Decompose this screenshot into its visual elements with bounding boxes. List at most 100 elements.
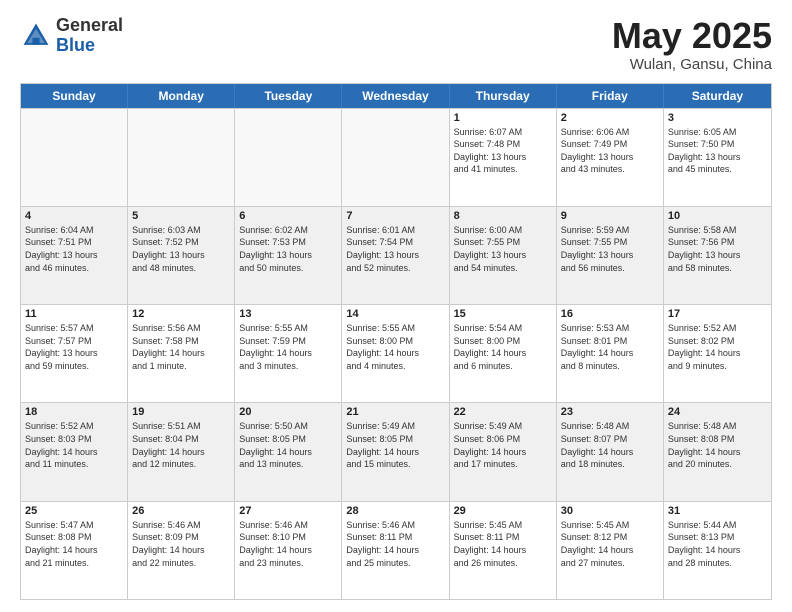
- logo-icon: [20, 20, 52, 52]
- cell-info: Sunrise: 5:46 AM Sunset: 8:10 PM Dayligh…: [239, 519, 337, 569]
- calendar-cell: [21, 109, 128, 206]
- day-number: 25: [25, 505, 123, 517]
- calendar-cell: 1 Sunrise: 6:07 AM Sunset: 7:48 PM Daylig…: [450, 109, 557, 206]
- day-number: 19: [132, 406, 230, 418]
- calendar-row: 4Sunrise: 6:04 AM Sunset: 7:51 PM Daylig…: [21, 206, 771, 304]
- cell-info: Sunrise: 5:46 AM Sunset: 8:09 PM Dayligh…: [132, 519, 230, 569]
- calendar-cell: 31Sunrise: 5:44 AM Sunset: 8:13 PM Dayli…: [664, 502, 771, 599]
- cell-info: Sunrise: 6:04 AM Sunset: 7:51 PM Dayligh…: [25, 224, 123, 274]
- cell-info: Sunrise: 5:57 AM Sunset: 7:57 PM Dayligh…: [25, 322, 123, 372]
- cell-info: Sunrise: 5:54 AM Sunset: 8:00 PM Dayligh…: [454, 322, 552, 372]
- calendar-cell: 27Sunrise: 5:46 AM Sunset: 8:10 PM Dayli…: [235, 502, 342, 599]
- weekday-header: Thursday: [450, 84, 557, 108]
- calendar-cell: 6 Sunrise: 6:02 AM Sunset: 7:53 PM Daylig…: [235, 207, 342, 304]
- calendar-cell: 13Sunrise: 5:55 AM Sunset: 7:59 PM Dayli…: [235, 305, 342, 402]
- cell-info: Sunrise: 5:52 AM Sunset: 8:03 PM Dayligh…: [25, 420, 123, 470]
- calendar-cell: [235, 109, 342, 206]
- cell-info: Sunrise: 5:52 AM Sunset: 8:02 PM Dayligh…: [668, 322, 767, 372]
- weekday-header: Monday: [128, 84, 235, 108]
- day-number: 31: [668, 505, 767, 517]
- cell-info: Sunrise: 5:55 AM Sunset: 7:59 PM Dayligh…: [239, 322, 337, 372]
- weekday-header: Wednesday: [342, 84, 449, 108]
- calendar-cell: 25Sunrise: 5:47 AM Sunset: 8:08 PM Dayli…: [21, 502, 128, 599]
- cell-info: Sunrise: 5:55 AM Sunset: 8:00 PM Dayligh…: [346, 322, 444, 372]
- calendar-cell: 7 Sunrise: 6:01 AM Sunset: 7:54 PM Daylig…: [342, 207, 449, 304]
- calendar-page: General Blue May 2025 Wulan, Gansu, Chin…: [0, 0, 792, 612]
- calendar-cell: 8 Sunrise: 6:00 AM Sunset: 7:55 PM Daylig…: [450, 207, 557, 304]
- weekday-header: Friday: [557, 84, 664, 108]
- day-number: 23: [561, 406, 659, 418]
- cell-info: Sunrise: 5:56 AM Sunset: 7:58 PM Dayligh…: [132, 322, 230, 372]
- day-number: 6: [239, 210, 337, 222]
- day-number: 30: [561, 505, 659, 517]
- cell-info: Sunrise: 6:02 AM Sunset: 7:53 PM Dayligh…: [239, 224, 337, 274]
- day-number: 20: [239, 406, 337, 418]
- day-number: 15: [454, 308, 552, 320]
- calendar-cell: 3Sunrise: 6:05 AM Sunset: 7:50 PM Daylig…: [664, 109, 771, 206]
- logo-general: General: [56, 15, 123, 35]
- calendar-row: 11 Sunrise: 5:57 AM Sunset: 7:57 PM Dayli…: [21, 304, 771, 402]
- cell-info: Sunrise: 5:49 AM Sunset: 8:05 PM Dayligh…: [346, 420, 444, 470]
- day-number: 22: [454, 406, 552, 418]
- calendar-cell: 18Sunrise: 5:52 AM Sunset: 8:03 PM Dayli…: [21, 403, 128, 500]
- calendar-cell: 30 Sunrise: 5:45 AM Sunset: 8:12 PM Dayli…: [557, 502, 664, 599]
- calendar-cell: 9Sunrise: 5:59 AM Sunset: 7:55 PM Daylig…: [557, 207, 664, 304]
- cell-info: Sunrise: 6:01 AM Sunset: 7:54 PM Dayligh…: [346, 224, 444, 274]
- day-number: 17: [668, 308, 767, 320]
- header: General Blue May 2025 Wulan, Gansu, Chin…: [20, 16, 772, 73]
- calendar-cell: 4Sunrise: 6:04 AM Sunset: 7:51 PM Daylig…: [21, 207, 128, 304]
- calendar-cell: 17 Sunrise: 5:52 AM Sunset: 8:02 PM Dayli…: [664, 305, 771, 402]
- calendar-row: 1 Sunrise: 6:07 AM Sunset: 7:48 PM Daylig…: [21, 108, 771, 206]
- cell-info: Sunrise: 5:45 AM Sunset: 8:11 PM Dayligh…: [454, 519, 552, 569]
- calendar-cell: 2Sunrise: 6:06 AM Sunset: 7:49 PM Daylig…: [557, 109, 664, 206]
- weekday-header: Sunday: [21, 84, 128, 108]
- day-number: 28: [346, 505, 444, 517]
- calendar-cell: 12 Sunrise: 5:56 AM Sunset: 7:58 PM Dayli…: [128, 305, 235, 402]
- calendar-cell: 10Sunrise: 5:58 AM Sunset: 7:56 PM Dayli…: [664, 207, 771, 304]
- day-number: 29: [454, 505, 552, 517]
- logo-text: General Blue: [56, 16, 123, 56]
- cell-info: Sunrise: 5:48 AM Sunset: 8:08 PM Dayligh…: [668, 420, 767, 470]
- cell-info: Sunrise: 6:00 AM Sunset: 7:55 PM Dayligh…: [454, 224, 552, 274]
- logo-blue: Blue: [56, 35, 95, 55]
- day-number: 1: [454, 112, 552, 124]
- calendar-row: 18Sunrise: 5:52 AM Sunset: 8:03 PM Dayli…: [21, 402, 771, 500]
- day-number: 16: [561, 308, 659, 320]
- calendar-cell: 23Sunrise: 5:48 AM Sunset: 8:07 PM Dayli…: [557, 403, 664, 500]
- day-number: 12: [132, 308, 230, 320]
- calendar-cell: 5 Sunrise: 6:03 AM Sunset: 7:52 PM Daylig…: [128, 207, 235, 304]
- day-number: 9: [561, 210, 659, 222]
- title-block: May 2025 Wulan, Gansu, China: [612, 16, 772, 73]
- day-number: 26: [132, 505, 230, 517]
- day-number: 5: [132, 210, 230, 222]
- calendar-cell: 14Sunrise: 5:55 AM Sunset: 8:00 PM Dayli…: [342, 305, 449, 402]
- calendar-cell: 15 Sunrise: 5:54 AM Sunset: 8:00 PM Dayli…: [450, 305, 557, 402]
- cell-info: Sunrise: 6:07 AM Sunset: 7:48 PM Dayligh…: [454, 126, 552, 176]
- day-number: 8: [454, 210, 552, 222]
- cell-info: Sunrise: 5:51 AM Sunset: 8:04 PM Dayligh…: [132, 420, 230, 470]
- calendar-header: SundayMondayTuesdayWednesdayThursdayFrid…: [21, 84, 771, 108]
- cell-info: Sunrise: 5:53 AM Sunset: 8:01 PM Dayligh…: [561, 322, 659, 372]
- day-number: 11: [25, 308, 123, 320]
- calendar-cell: 20 Sunrise: 5:50 AM Sunset: 8:05 PM Dayli…: [235, 403, 342, 500]
- day-number: 21: [346, 406, 444, 418]
- cell-info: Sunrise: 5:58 AM Sunset: 7:56 PM Dayligh…: [668, 224, 767, 274]
- month-title: May 2025: [612, 16, 772, 56]
- weekday-header: Tuesday: [235, 84, 342, 108]
- calendar-cell: 29 Sunrise: 5:45 AM Sunset: 8:11 PM Dayli…: [450, 502, 557, 599]
- cell-info: Sunrise: 5:45 AM Sunset: 8:12 PM Dayligh…: [561, 519, 659, 569]
- cell-info: Sunrise: 6:03 AM Sunset: 7:52 PM Dayligh…: [132, 224, 230, 274]
- weekday-header: Saturday: [664, 84, 771, 108]
- location: Wulan, Gansu, China: [612, 56, 772, 73]
- cell-info: Sunrise: 5:46 AM Sunset: 8:11 PM Dayligh…: [346, 519, 444, 569]
- calendar-cell: [342, 109, 449, 206]
- calendar-cell: 19 Sunrise: 5:51 AM Sunset: 8:04 PM Dayli…: [128, 403, 235, 500]
- day-number: 7: [346, 210, 444, 222]
- cell-info: Sunrise: 5:50 AM Sunset: 8:05 PM Dayligh…: [239, 420, 337, 470]
- cell-info: Sunrise: 6:06 AM Sunset: 7:49 PM Dayligh…: [561, 126, 659, 176]
- cell-info: Sunrise: 6:05 AM Sunset: 7:50 PM Dayligh…: [668, 126, 767, 176]
- calendar-cell: 22 Sunrise: 5:49 AM Sunset: 8:06 PM Dayli…: [450, 403, 557, 500]
- calendar-cell: 24Sunrise: 5:48 AM Sunset: 8:08 PM Dayli…: [664, 403, 771, 500]
- calendar-cell: [128, 109, 235, 206]
- cell-info: Sunrise: 5:49 AM Sunset: 8:06 PM Dayligh…: [454, 420, 552, 470]
